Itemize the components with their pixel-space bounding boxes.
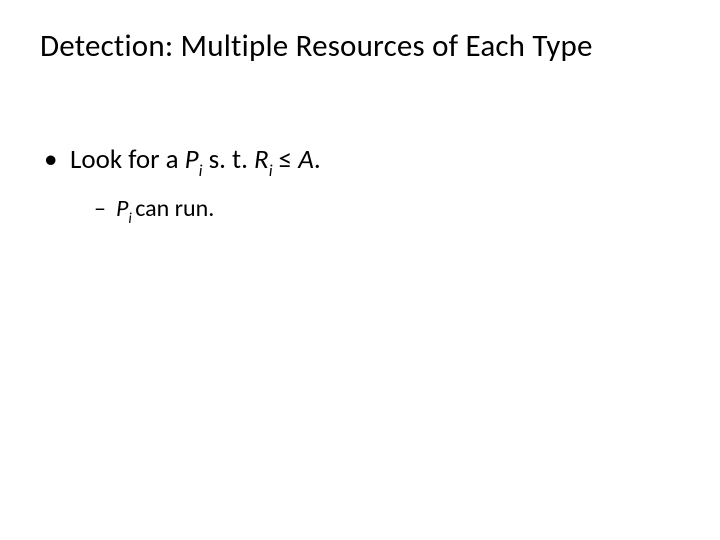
bullet-1-sub-1-subscript-i: i bbox=[128, 209, 135, 227]
bullet-1-subscript-i-1: i bbox=[199, 161, 203, 181]
bullet-1-variable-r: R bbox=[254, 143, 269, 176]
bullet-1-text-mid: s. t. bbox=[202, 143, 254, 176]
bullet-1-leq: ≤ bbox=[273, 143, 299, 176]
slide-body: Look for a Pi s. t. Ri ≤ A. Pi can run. bbox=[40, 143, 680, 227]
bullet-1: Look for a Pi s. t. Ri ≤ A. Pi can run. bbox=[44, 143, 680, 227]
bullet-1-text-lead: Look for a bbox=[70, 143, 185, 176]
bullet-list-level2: Pi can run. bbox=[70, 194, 680, 226]
bullet-list-level1: Look for a Pi s. t. Ri ≤ A. Pi can run. bbox=[40, 143, 680, 227]
bullet-1-variable-a: A bbox=[298, 143, 314, 176]
slide: Detection: Multiple Resources of Each Ty… bbox=[0, 0, 720, 540]
slide-title: Detection: Multiple Resources of Each Ty… bbox=[40, 28, 680, 65]
bullet-1-sub-1: Pi can run. bbox=[94, 194, 680, 226]
bullet-1-subscript-i-2: i bbox=[269, 161, 273, 181]
bullet-1-variable-p: P bbox=[185, 143, 199, 176]
bullet-1-sub-1-variable-p: P bbox=[116, 194, 128, 223]
bullet-1-text-trail: . bbox=[314, 143, 321, 176]
bullet-1-sub-1-text: can run. bbox=[135, 194, 214, 223]
